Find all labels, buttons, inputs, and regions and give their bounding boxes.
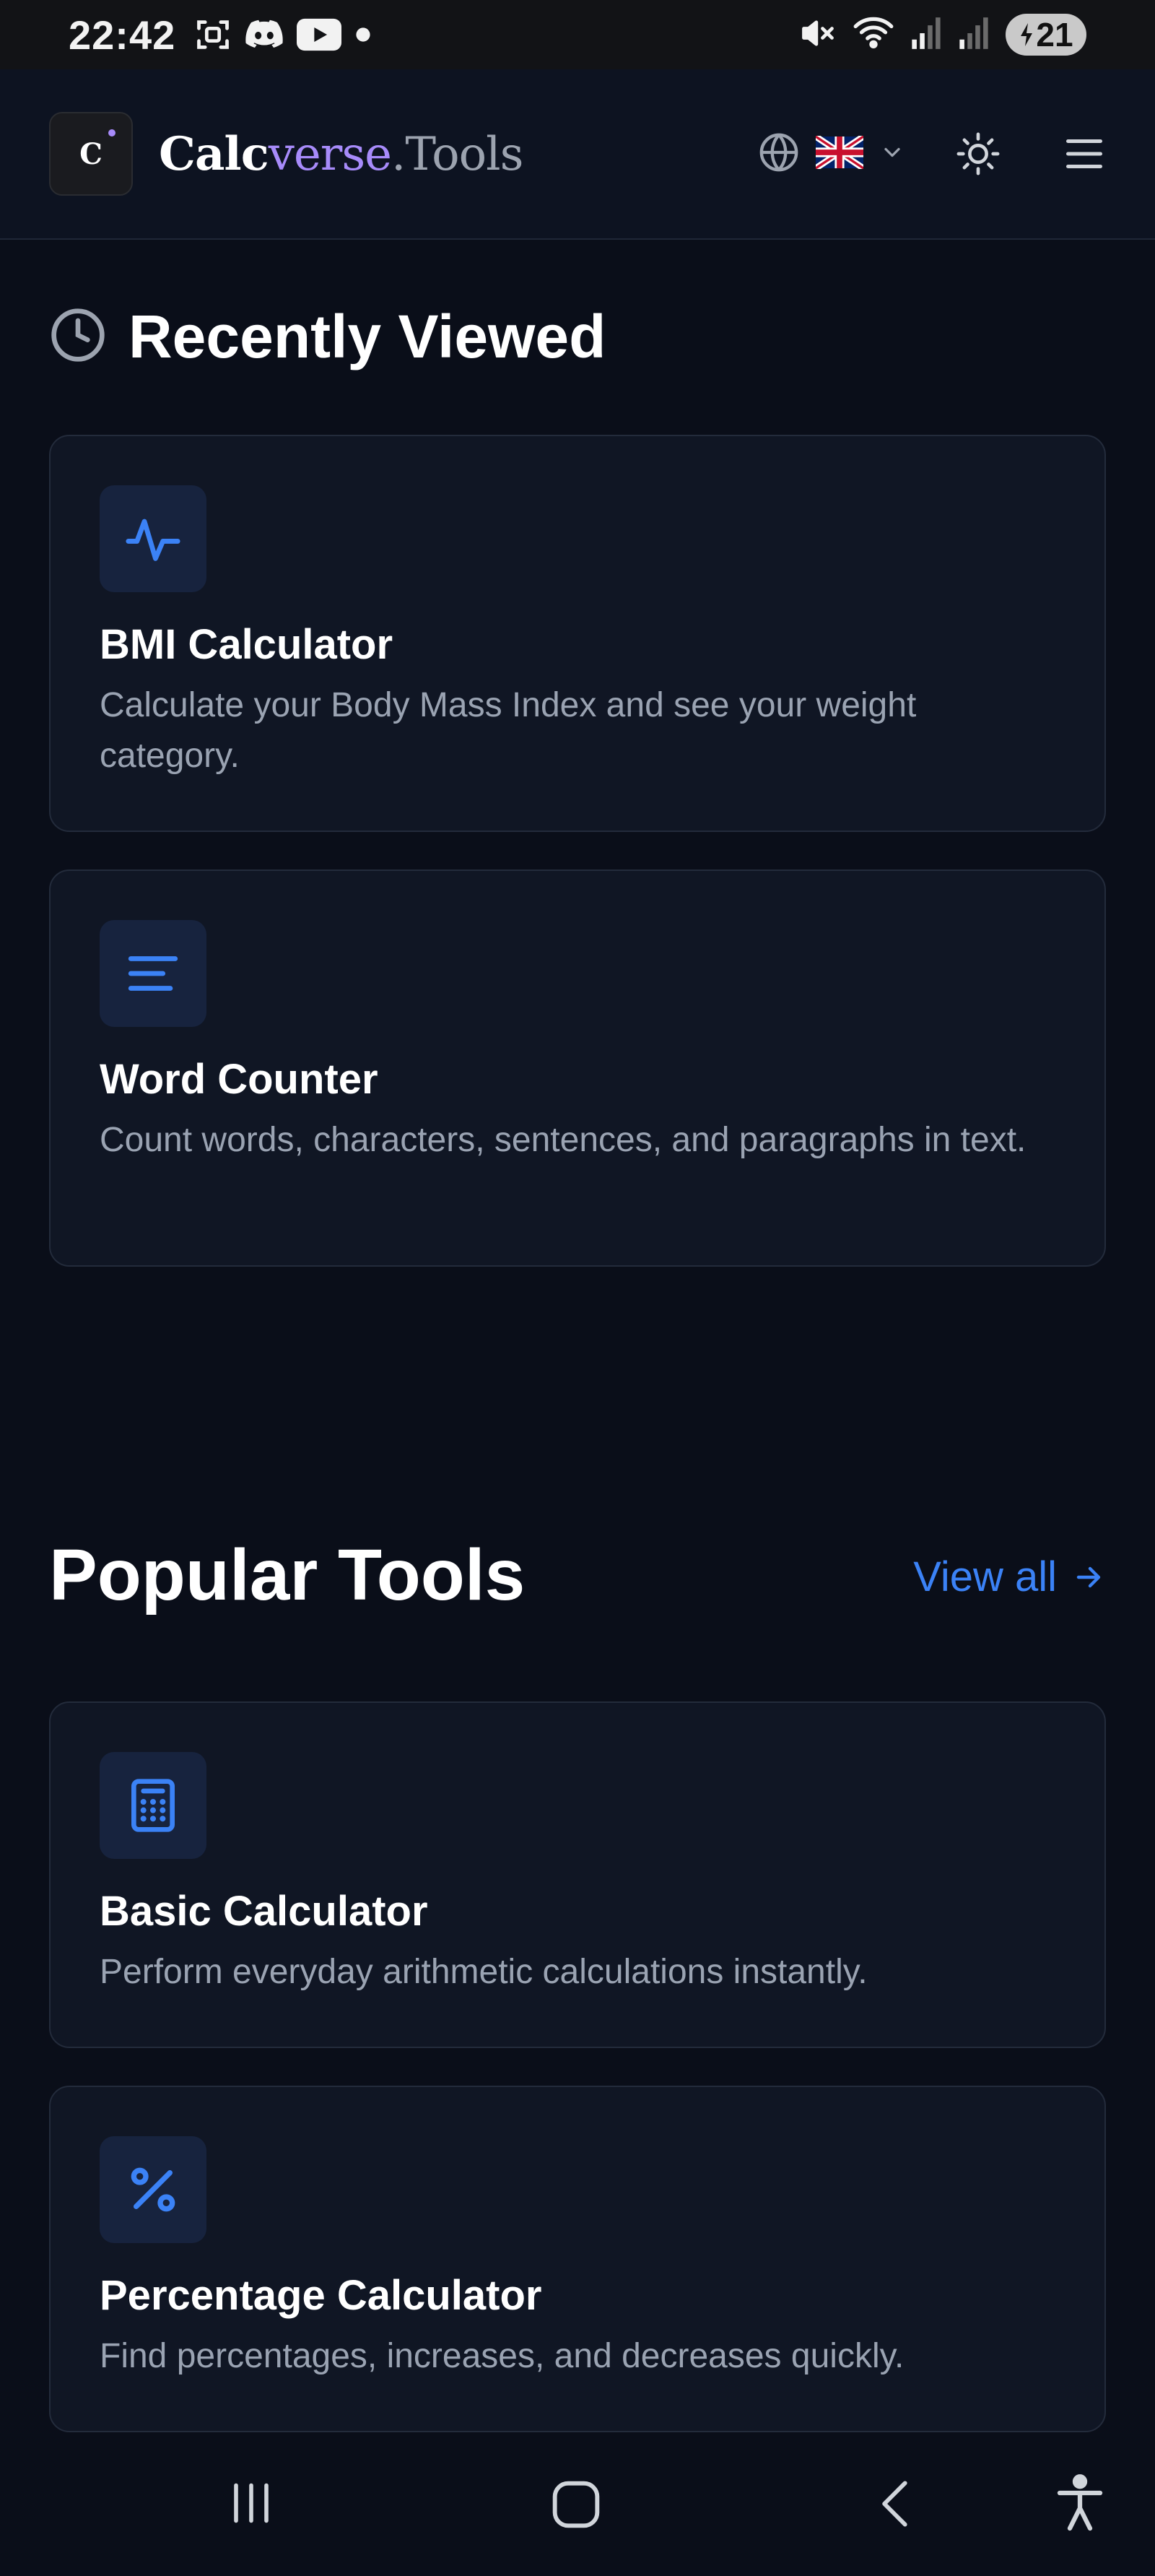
card-description: Count words, characters, sentences, and … — [100, 1120, 1027, 1159]
battery-icon: 21 — [1006, 14, 1086, 56]
brand-part-tools: .Tools — [391, 127, 523, 181]
back-icon — [882, 2481, 907, 2527]
activity-icon — [126, 519, 180, 561]
discord-icon — [245, 18, 284, 51]
card-description: Find percentages, increases, and decreas… — [100, 2336, 905, 2375]
hamburger-menu-icon — [1066, 139, 1102, 168]
accessibility-button[interactable] — [1050, 2471, 1110, 2535]
recent-apps-button[interactable] — [221, 2473, 282, 2533]
status-system-icons: 21 — [799, 14, 1086, 56]
language-switcher[interactable] — [758, 131, 905, 177]
home-icon — [552, 2481, 600, 2528]
chevron-down-icon — [879, 139, 905, 169]
mute-icon — [799, 14, 837, 56]
clock-icon — [49, 306, 107, 368]
percent-icon — [131, 2167, 175, 2212]
card-icon-box — [100, 2136, 206, 2243]
card-icon-box — [100, 1752, 206, 1859]
signal-icon — [910, 16, 942, 54]
site-header: C Calcverse.Tools — [0, 69, 1155, 240]
dot-icon — [354, 26, 372, 43]
recently-viewed-heading: Recently Viewed — [49, 302, 606, 372]
system-navigation-bar — [0, 2434, 1155, 2576]
signal-icon — [958, 16, 990, 54]
brand-name[interactable]: Calcverse.Tools — [159, 127, 523, 181]
view-all-label: View all — [913, 1553, 1057, 1600]
youtube-icon — [297, 18, 342, 51]
globe-icon — [758, 131, 800, 177]
card-title: Percentage Calculator — [100, 2272, 542, 2319]
logo-letter: C — [79, 136, 103, 171]
wifi-icon — [853, 14, 894, 56]
screen-capture-icon — [194, 16, 232, 53]
status-time: 22:42 — [69, 12, 176, 58]
brand-part-calc: Calc — [159, 126, 269, 181]
brand-part-verse: verse — [268, 127, 392, 181]
tool-card-basic-calculator[interactable]: Basic Calculator Perform everyday arithm… — [49, 1701, 1106, 2048]
logo[interactable]: C — [49, 112, 133, 196]
logo-dot — [108, 129, 116, 136]
battery-level: 21 — [1036, 16, 1073, 53]
uk-flag-icon — [814, 133, 866, 173]
card-title: BMI Calculator — [100, 621, 393, 668]
card-icon-box — [100, 485, 206, 592]
card-description: Calculate your Body Mass Index and see y… — [100, 685, 917, 775]
home-button[interactable] — [544, 2473, 608, 2536]
tool-card-word-counter[interactable]: Word Counter Count words, characters, se… — [49, 869, 1106, 1267]
arrow-right-icon — [1076, 1566, 1101, 1587]
card-icon-box — [100, 920, 206, 1027]
status-notification-icons — [194, 16, 372, 53]
status-bar: 22:42 21 — [0, 0, 1155, 69]
page: 22:42 21 C Calcverse.Tools Recently View… — [0, 0, 1155, 2576]
calculator-icon — [131, 1779, 175, 1832]
text-lines-icon — [128, 956, 178, 991]
back-button[interactable] — [866, 2473, 928, 2535]
header-actions — [758, 131, 1106, 177]
menu-button[interactable] — [1063, 132, 1106, 175]
card-title: Basic Calculator — [100, 1888, 428, 1935]
card-description: Perform everyday arithmetic calculations… — [100, 1952, 868, 1991]
tool-card-percentage-calculator[interactable]: Percentage Calculator Find percentages, … — [49, 2086, 1106, 2432]
popular-tools-heading: Popular Tools — [49, 1534, 525, 1617]
section-title: Recently Viewed — [128, 303, 606, 370]
section-title: Popular Tools — [49, 1535, 526, 1616]
theme-toggle-button[interactable] — [956, 131, 1001, 176]
sun-icon — [956, 132, 1000, 175]
card-title: Word Counter — [100, 1056, 378, 1103]
view-all-link[interactable]: View all — [913, 1553, 1106, 1601]
accessibility-icon — [1057, 2474, 1103, 2531]
tool-card-bmi-calculator[interactable]: BMI Calculator Calculate your Body Mass … — [49, 435, 1106, 832]
recent-apps-icon — [234, 2483, 269, 2523]
